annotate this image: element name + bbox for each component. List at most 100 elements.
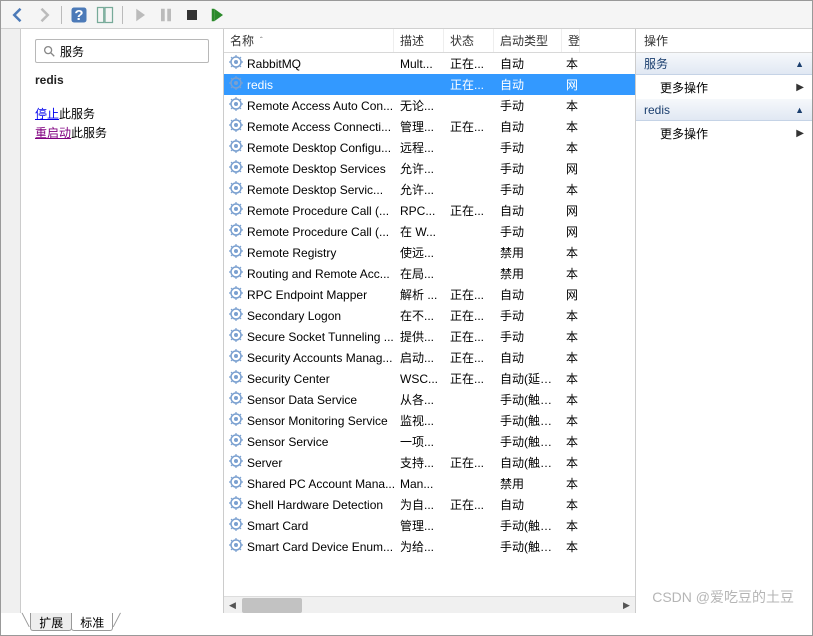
gear-icon — [228, 201, 247, 220]
cell-login: 本 — [562, 349, 580, 366]
table-row[interactable]: Shared PC Account Mana...Man...禁用本 — [224, 473, 635, 494]
cell-name: Remote Procedure Call (... — [224, 201, 394, 220]
gear-icon — [228, 411, 247, 430]
cell-name: Security Center — [224, 369, 394, 388]
gear-icon — [228, 537, 247, 556]
gear-icon — [228, 432, 247, 451]
table-row[interactable]: RPC Endpoint Mapper解析 ...正在...自动网 — [224, 284, 635, 305]
table-row[interactable]: Sensor Monitoring Service监视...手动(触发...本 — [224, 410, 635, 431]
header-start[interactable]: 启动类型 — [494, 29, 562, 52]
table-row[interactable]: Server支持...正在...自动(触发...本 — [224, 452, 635, 473]
cell-start: 自动 — [494, 349, 562, 366]
cell-login: 本 — [562, 370, 580, 387]
cell-login: 本 — [562, 55, 580, 72]
pause-button[interactable] — [155, 4, 177, 26]
actions-group-redis[interactable]: redis▲ — [636, 99, 812, 121]
grid-body[interactable]: RabbitMQMult...正在...自动本redis正在...自动网Remo… — [224, 53, 635, 596]
back-button[interactable] — [7, 4, 29, 26]
cell-start: 自动(延迟... — [494, 370, 562, 387]
cell-desc: 为自... — [394, 496, 444, 513]
header-login[interactable]: 登 — [562, 29, 580, 52]
actions-more-services[interactable]: 更多操作▶ — [636, 75, 812, 99]
table-row[interactable]: Sensor Data Service从各...手动(触发...本 — [224, 389, 635, 410]
gear-icon — [228, 138, 247, 157]
cell-start: 手动 — [494, 223, 562, 240]
stop-link[interactable]: 停止 — [35, 107, 59, 121]
cell-name: Secondary Logon — [224, 306, 394, 325]
table-row[interactable]: Remote Access Auto Con...无论...手动本 — [224, 95, 635, 116]
forward-icon — [34, 5, 54, 25]
help-icon: ? — [69, 5, 89, 25]
header-status[interactable]: 状态 — [444, 29, 494, 52]
table-row[interactable]: Smart Card Device Enum...为给...手动(触发...本 — [224, 536, 635, 557]
main-area: 服务 redis 停止此服务 重启动此服务 名称ˆ 描述 状态 启动类型 登 R… — [1, 29, 812, 613]
cell-name: Sensor Service — [224, 432, 394, 451]
table-row[interactable]: Secure Socket Tunneling ...提供...正在...手动本 — [224, 326, 635, 347]
table-row[interactable]: Remote Desktop Configu...远程...手动本 — [224, 137, 635, 158]
restart-link[interactable]: 重启动 — [35, 126, 71, 140]
left-handle[interactable] — [1, 29, 21, 613]
scroll-left-icon[interactable]: ◀ — [224, 597, 241, 613]
table-row[interactable]: Remote Desktop Services允许...手动网 — [224, 158, 635, 179]
cell-name: RPC Endpoint Mapper — [224, 285, 394, 304]
actions-group-services[interactable]: 服务▲ — [636, 53, 812, 75]
table-row[interactable]: Remote Access Connecti...管理...正在...自动本 — [224, 116, 635, 137]
table-row[interactable]: Sensor Service一项...手动(触发...本 — [224, 431, 635, 452]
cell-desc: RPC... — [394, 204, 444, 218]
services-grid: 名称ˆ 描述 状态 启动类型 登 RabbitMQMult...正在...自动本… — [224, 29, 636, 613]
cell-desc: 解析 ... — [394, 286, 444, 303]
cell-login: 本 — [562, 412, 580, 429]
tab-extended[interactable]: 扩展 — [30, 613, 72, 631]
cell-start: 禁用 — [494, 244, 562, 261]
cell-start: 手动(触发... — [494, 412, 562, 429]
cell-start: 手动 — [494, 160, 562, 177]
header-name[interactable]: 名称ˆ — [224, 29, 394, 52]
cell-login: 网 — [562, 160, 580, 177]
cell-desc: 使远... — [394, 244, 444, 261]
table-row[interactable]: Smart Card管理...手动(触发...本 — [224, 515, 635, 536]
table-row[interactable]: Remote Registry使远...禁用本 — [224, 242, 635, 263]
table-row[interactable]: RabbitMQMult...正在...自动本 — [224, 53, 635, 74]
cell-start: 手动 — [494, 307, 562, 324]
table-row[interactable]: Remote Procedure Call (...在 W...手动网 — [224, 221, 635, 242]
gear-icon — [228, 474, 247, 493]
forward-button[interactable] — [33, 4, 55, 26]
cell-start: 禁用 — [494, 475, 562, 492]
collapse-icon: ▲ — [795, 59, 804, 69]
search-icon — [42, 44, 56, 58]
table-row[interactable]: Remote Procedure Call (...RPC...正在...自动网 — [224, 200, 635, 221]
start-button[interactable] — [129, 4, 151, 26]
scroll-thumb[interactable] — [242, 598, 302, 613]
svg-text:?: ? — [74, 7, 83, 24]
search-box[interactable]: 服务 — [35, 39, 209, 63]
restart-button[interactable] — [207, 4, 229, 26]
header-desc[interactable]: 描述 — [394, 29, 444, 52]
cell-start: 手动(触发... — [494, 433, 562, 450]
stop-button[interactable] — [181, 4, 203, 26]
cell-status: 正在... — [444, 454, 494, 471]
scroll-right-icon[interactable]: ▶ — [618, 597, 635, 613]
table-row[interactable]: Security Accounts Manag...启动...正在...自动本 — [224, 347, 635, 368]
cell-login: 本 — [562, 475, 580, 492]
restart-text: 此服务 — [71, 126, 107, 140]
table-row[interactable]: Shell Hardware Detection为自...正在...自动本 — [224, 494, 635, 515]
stop-icon — [182, 5, 202, 25]
table-row[interactable]: redis正在...自动网 — [224, 74, 635, 95]
tab-standard[interactable]: 标准 — [71, 613, 113, 631]
actions-more-redis[interactable]: 更多操作▶ — [636, 121, 812, 145]
help-button[interactable]: ? — [68, 4, 90, 26]
cell-status: 正在... — [444, 307, 494, 324]
details-button[interactable] — [94, 4, 116, 26]
cell-name: Remote Desktop Services — [224, 159, 394, 178]
table-row[interactable]: Security CenterWSC...正在...自动(延迟...本 — [224, 368, 635, 389]
cell-name: Sensor Monitoring Service — [224, 411, 394, 430]
horizontal-scrollbar[interactable]: ◀ ▶ — [224, 596, 635, 613]
cell-start: 手动(触发... — [494, 538, 562, 555]
table-row[interactable]: Secondary Logon在不...正在...手动本 — [224, 305, 635, 326]
cell-desc: 提供... — [394, 328, 444, 345]
cell-start: 手动 — [494, 328, 562, 345]
table-row[interactable]: Remote Desktop Servic...允许...手动本 — [224, 179, 635, 200]
cell-name: Shell Hardware Detection — [224, 495, 394, 514]
table-row[interactable]: Routing and Remote Acc...在局...禁用本 — [224, 263, 635, 284]
cell-desc: 一项... — [394, 433, 444, 450]
